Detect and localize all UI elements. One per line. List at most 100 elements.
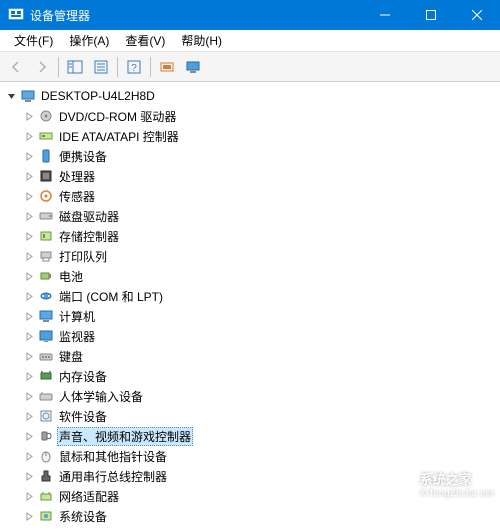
tree-item-label: 打印队列 (57, 247, 109, 266)
expand-icon[interactable] (22, 209, 36, 223)
menu-file[interactable]: 文件(F) (6, 30, 61, 51)
computer-icon (20, 88, 36, 104)
category-icon (38, 268, 54, 284)
tree-item-label: 键盘 (57, 347, 85, 366)
expand-icon[interactable] (22, 269, 36, 283)
app-icon (8, 7, 24, 23)
tree-item-label: DVD/CD-ROM 驱动器 (57, 107, 178, 126)
tree-item[interactable]: 端口 (COM 和 LPT) (2, 286, 500, 306)
expand-icon[interactable] (22, 489, 36, 503)
category-icon (38, 128, 54, 144)
category-icon (38, 288, 54, 304)
menu-view[interactable]: 查看(V) (117, 30, 173, 51)
tree-item[interactable]: 计算机 (2, 306, 500, 326)
expand-icon[interactable] (22, 349, 36, 363)
expand-icon[interactable] (22, 109, 36, 123)
expand-icon[interactable] (22, 129, 36, 143)
category-icon (38, 108, 54, 124)
tree-item[interactable]: 人体学输入设备 (2, 386, 500, 406)
tree-item[interactable]: 键盘 (2, 346, 500, 366)
tree-item[interactable]: IDE ATA/ATAPI 控制器 (2, 126, 500, 146)
minimize-button[interactable] (362, 0, 408, 30)
category-icon (38, 228, 54, 244)
category-icon (38, 468, 54, 484)
expand-icon[interactable] (22, 329, 36, 343)
category-icon (38, 388, 54, 404)
back-button (4, 55, 28, 79)
tree-item[interactable]: 鼠标和其他指针设备 (2, 446, 500, 466)
tree-item-label: 计算机 (57, 307, 97, 326)
tree-item-label: 端口 (COM 和 LPT) (57, 287, 165, 306)
collapse-icon[interactable] (4, 89, 18, 103)
tree-item-label: 系统设备 (57, 507, 109, 526)
tree-root[interactable]: DESKTOP-U4L2H8D (2, 86, 500, 106)
tree-item[interactable]: 存储控制器 (2, 226, 500, 246)
tree-item[interactable]: 通用串行总线控制器 (2, 466, 500, 486)
tree-item-label: 网络适配器 (57, 487, 121, 506)
tree-item[interactable]: 打印队列 (2, 246, 500, 266)
tree-item-label: 声音、视频和游戏控制器 (57, 427, 193, 446)
tree-root-label: DESKTOP-U4L2H8D (39, 88, 157, 104)
category-icon (38, 448, 54, 464)
category-icon (38, 168, 54, 184)
properties-button[interactable] (89, 55, 113, 79)
tree-item-label: 磁盘驱动器 (57, 207, 121, 226)
tree-item[interactable]: 磁盘驱动器 (2, 206, 500, 226)
toolbar: ? (0, 52, 500, 82)
expand-icon[interactable] (22, 429, 36, 443)
show-hide-tree-button[interactable] (63, 55, 87, 79)
expand-icon[interactable] (22, 229, 36, 243)
expand-icon[interactable] (22, 289, 36, 303)
tree-item[interactable]: 电池 (2, 266, 500, 286)
expand-icon[interactable] (22, 169, 36, 183)
expand-icon[interactable] (22, 389, 36, 403)
expand-icon[interactable] (22, 449, 36, 463)
devices-by-type-button[interactable] (181, 55, 205, 79)
device-tree: DESKTOP-U4L2H8D DVD/CD-ROM 驱动器IDE ATA/AT… (0, 82, 500, 530)
expand-icon[interactable] (22, 189, 36, 203)
tree-item-label: 内存设备 (57, 367, 109, 386)
tree-item-label: 传感器 (57, 187, 97, 206)
category-icon (38, 488, 54, 504)
tree-item[interactable]: 软件设备 (2, 406, 500, 426)
tree-item[interactable]: 声音、视频和游戏控制器 (2, 426, 500, 446)
tree-item[interactable]: 监视器 (2, 326, 500, 346)
expand-icon[interactable] (22, 369, 36, 383)
category-icon (38, 248, 54, 264)
tree-item-label: 存储控制器 (57, 227, 121, 246)
tree-item[interactable]: 网络适配器 (2, 486, 500, 506)
tree-item[interactable]: 处理器 (2, 166, 500, 186)
category-icon (38, 428, 54, 444)
tree-item-label: 监视器 (57, 327, 97, 346)
menu-help[interactable]: 帮助(H) (173, 30, 230, 51)
tree-item[interactable]: 系统设备 (2, 506, 500, 526)
tree-item[interactable]: 便携设备 (2, 146, 500, 166)
expand-icon[interactable] (22, 509, 36, 523)
category-icon (38, 348, 54, 364)
tree-item-label: 软件设备 (57, 407, 109, 426)
scan-hardware-button[interactable] (155, 55, 179, 79)
toolbar-separator (58, 57, 59, 77)
expand-icon[interactable] (22, 149, 36, 163)
tree-item[interactable]: 内存设备 (2, 366, 500, 386)
category-icon (38, 308, 54, 324)
window-title: 设备管理器 (30, 7, 90, 24)
tree-item-label: 人体学输入设备 (57, 387, 145, 406)
tree-item-label: IDE ATA/ATAPI 控制器 (57, 127, 181, 146)
expand-icon[interactable] (22, 249, 36, 263)
close-button[interactable] (454, 0, 500, 30)
expand-icon[interactable] (22, 309, 36, 323)
tree-item-label: 处理器 (57, 167, 97, 186)
category-icon (38, 508, 54, 524)
tree-item-label: 便携设备 (57, 147, 109, 166)
expand-icon[interactable] (22, 469, 36, 483)
category-icon (38, 188, 54, 204)
menu-action[interactable]: 操作(A) (61, 30, 117, 51)
help-button[interactable]: ? (122, 55, 146, 79)
expand-icon[interactable] (22, 409, 36, 423)
forward-button (30, 55, 54, 79)
tree-item[interactable]: DVD/CD-ROM 驱动器 (2, 106, 500, 126)
category-icon (38, 328, 54, 344)
maximize-button[interactable] (408, 0, 454, 30)
tree-item[interactable]: 传感器 (2, 186, 500, 206)
